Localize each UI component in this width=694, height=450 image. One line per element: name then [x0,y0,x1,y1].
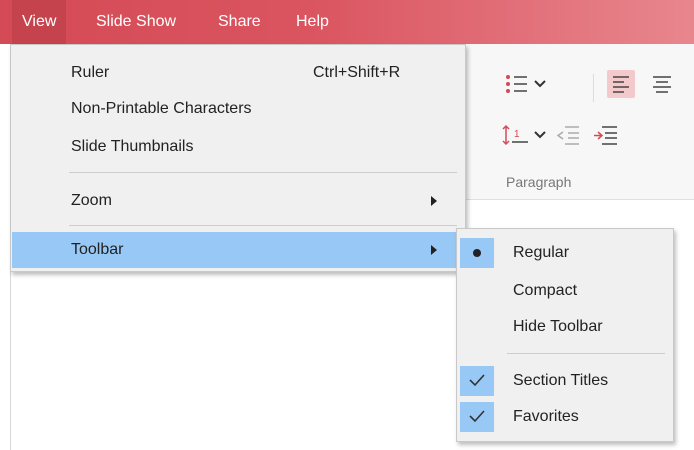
menu-item-slide-thumbnails[interactable]: Slide Thumbnails [11,129,463,165]
menu-view[interactable]: View [12,0,67,44]
selection-mark [460,366,494,396]
menu-item-label: Non-Printable Characters [71,100,252,117]
menu-bar: View Slide Show Share Help [0,0,694,44]
selection-mark [460,402,494,432]
increase-indent-icon[interactable] [592,124,618,146]
view-menu: Ruler Ctrl+Shift+R Non-Printable Charact… [10,44,466,272]
menu-item-ruler[interactable]: Ruler Ctrl+Shift+R [11,55,463,91]
menu-item-label: Toolbar [71,241,124,258]
ribbon-separator [593,74,594,102]
submenu-item-regular[interactable]: Regular [457,235,671,271]
submenu-item-section-titles[interactable]: Section Titles [457,363,671,399]
bullet-list-icon[interactable] [504,73,528,95]
checkmark-icon [469,410,485,423]
ribbon-paragraph-group: 1 Paragraph [464,44,694,200]
menu-item-label: Zoom [71,192,112,209]
menu-slide-show[interactable]: Slide Show [86,0,186,44]
submenu-item-label: Compact [513,282,578,299]
submenu-item-label: Hide Toolbar [513,318,603,335]
svg-text:1: 1 [514,129,520,140]
decrease-indent-icon[interactable] [556,124,580,146]
selection-mark [460,238,494,268]
menu-separator [69,172,457,173]
chevron-down-icon[interactable] [534,79,546,89]
chevron-down-icon[interactable] [534,130,546,140]
menu-item-non-printable-characters[interactable]: Non-Printable Characters [11,91,463,127]
radio-dot-icon [473,249,481,257]
submenu-arrow-icon [431,196,437,206]
submenu-item-label: Favorites [513,408,579,425]
menu-item-toolbar[interactable]: Toolbar [12,232,462,268]
toolbar-submenu: Regular Compact Hide Toolbar Section Tit… [456,228,674,442]
line-spacing-icon[interactable]: 1 [502,124,530,146]
submenu-item-hide-toolbar[interactable]: Hide Toolbar [457,309,671,345]
align-left-icon [613,76,629,93]
align-left-button[interactable] [607,70,635,98]
menu-help[interactable]: Help [286,0,339,44]
submenu-arrow-icon [431,245,437,255]
menu-item-zoom[interactable]: Zoom [11,183,463,219]
checkmark-icon [469,374,485,387]
menu-item-label: Ruler [71,64,110,81]
submenu-item-favorites[interactable]: Favorites [457,399,671,435]
menu-separator [507,353,665,354]
submenu-item-label: Section Titles [513,372,609,389]
submenu-item-label: Regular [513,244,570,261]
menu-item-shortcut: Ctrl+Shift+R [313,64,401,81]
menu-item-label: Slide Thumbnails [71,138,194,155]
submenu-item-compact[interactable]: Compact [457,273,671,309]
align-center-icon[interactable] [650,72,674,96]
ribbon-group-label: Paragraph [506,174,572,190]
menu-share[interactable]: Share [208,0,271,44]
menu-separator [69,225,457,226]
